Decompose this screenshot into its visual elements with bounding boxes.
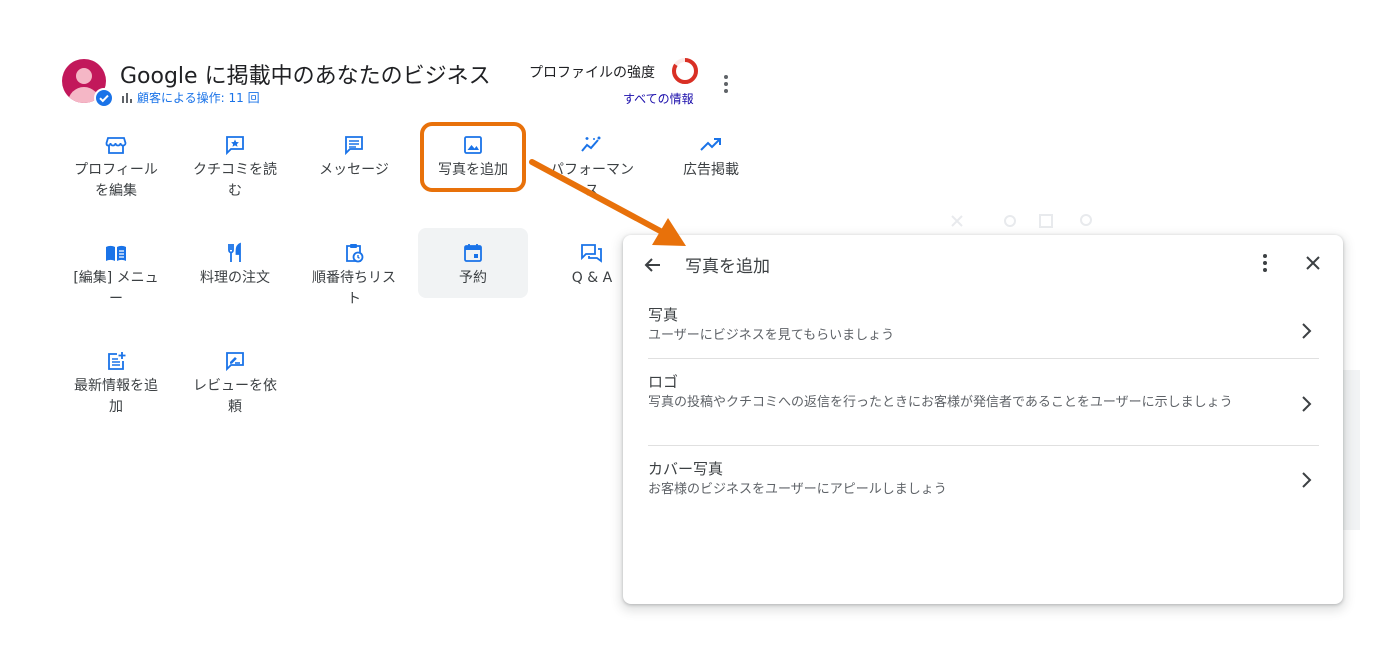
message-icon (345, 136, 363, 156)
tile-label: [編集] メニュ ー (73, 270, 159, 307)
chevron-right-icon (1302, 396, 1312, 412)
customer-interactions-link[interactable]: 顧客による操作: 11 回 (122, 89, 260, 106)
trending-up-icon (700, 138, 721, 151)
all-info-link[interactable]: すべての情報 (623, 90, 694, 107)
bookings-button[interactable]: 予約 (418, 228, 528, 298)
option-description: 写真の投稿やクチコミへの返信を行ったときにお客様が発信者であることをユーザーに示… (648, 395, 1233, 410)
chevron-right-icon (1302, 323, 1312, 339)
dialog-more-icon[interactable] (1255, 251, 1275, 275)
messages-button[interactable]: メッセージ (299, 128, 409, 200)
tile-label: パフォーマン ス (550, 162, 634, 199)
background-panel (1340, 370, 1360, 530)
close-icon[interactable] (1299, 249, 1327, 277)
divider (648, 445, 1319, 446)
restaurant-icon (228, 242, 241, 262)
performance-button[interactable]: パフォーマン ス (537, 128, 647, 200)
review-star-icon (226, 136, 244, 156)
storefront-icon (105, 137, 127, 154)
tile-label: クチコミを読 む (193, 162, 277, 199)
verified-badge-icon (94, 88, 114, 108)
divider (648, 358, 1319, 359)
add-photo-dialog: 写真を追加 写真 ユーザーにビジネスを見てもらいましょう ロゴ 写真の投稿やクチ… (623, 235, 1343, 604)
option-title: カバー写真 (648, 460, 724, 478)
tile-label: 順番待ちリス ト (312, 270, 396, 307)
menu-book-icon (106, 245, 126, 261)
insights-icon (581, 136, 601, 152)
request-review-button[interactable]: レビューを依 頼 (180, 344, 290, 416)
option-description: ユーザーにビジネスを見てもらいましょう (648, 328, 895, 343)
back-arrow-icon[interactable] (639, 251, 667, 279)
profile-strength-ring[interactable] (671, 57, 699, 85)
tile-label: メッセージ (319, 162, 389, 178)
option-title: ロゴ (648, 373, 679, 391)
option-title: 写真 (648, 306, 679, 324)
post-add-icon (108, 352, 126, 370)
cover-photo-option[interactable]: カバー写真 お客様のビジネスをユーザーにアピールしましょう (648, 459, 1319, 501)
logo-option[interactable]: ロゴ 写真の投稿やクチコミへの返信を行ったときにお客様が発信者であることをユーザ… (648, 372, 1319, 436)
calendar-icon (464, 244, 482, 262)
read-reviews-button[interactable]: クチコミを読 む (180, 128, 290, 200)
dialog-title: 写真を追加 (685, 257, 770, 277)
bar-chart-icon (122, 92, 132, 103)
add-update-button[interactable]: 最新情報を追 加 (61, 344, 171, 416)
waitlist-button[interactable]: 順番待ちリス ト (299, 236, 409, 308)
photo-option[interactable]: 写真 ユーザーにビジネスを見てもらいましょう (648, 305, 1319, 357)
tile-label: 最新情報を追 加 (74, 378, 158, 415)
clipboard-clock-icon (346, 244, 364, 263)
profile-strength-label: プロファイルの強度 (529, 65, 655, 81)
tile-label: 予約 (459, 270, 487, 286)
tile-label: プロフィール を編集 (74, 162, 158, 199)
customer-interactions-text: 顧客による操作: 11 回 (137, 91, 260, 105)
more-options-icon[interactable] (716, 72, 736, 96)
chevron-right-icon (1302, 472, 1312, 488)
tile-label: 料理の注文 (200, 270, 270, 286)
tile-label: レビューを依 頼 (193, 378, 277, 415)
annotation-highlight (420, 122, 526, 192)
forum-icon (581, 244, 602, 263)
faded-background-icons (951, 214, 1092, 228)
advertise-button[interactable]: 広告掲載 (656, 128, 766, 200)
rate-review-icon (226, 352, 244, 372)
edit-profile-button[interactable]: プロフィール を編集 (61, 128, 171, 200)
food-order-button[interactable]: 料理の注文 (180, 236, 290, 308)
tile-label: 広告掲載 (683, 162, 739, 178)
business-title: Google に掲載中のあなたのビジネス (120, 64, 491, 89)
option-description: お客様のビジネスをユーザーにアピールしましょう (648, 482, 947, 497)
edit-menu-button[interactable]: [編集] メニュ ー (61, 236, 171, 308)
